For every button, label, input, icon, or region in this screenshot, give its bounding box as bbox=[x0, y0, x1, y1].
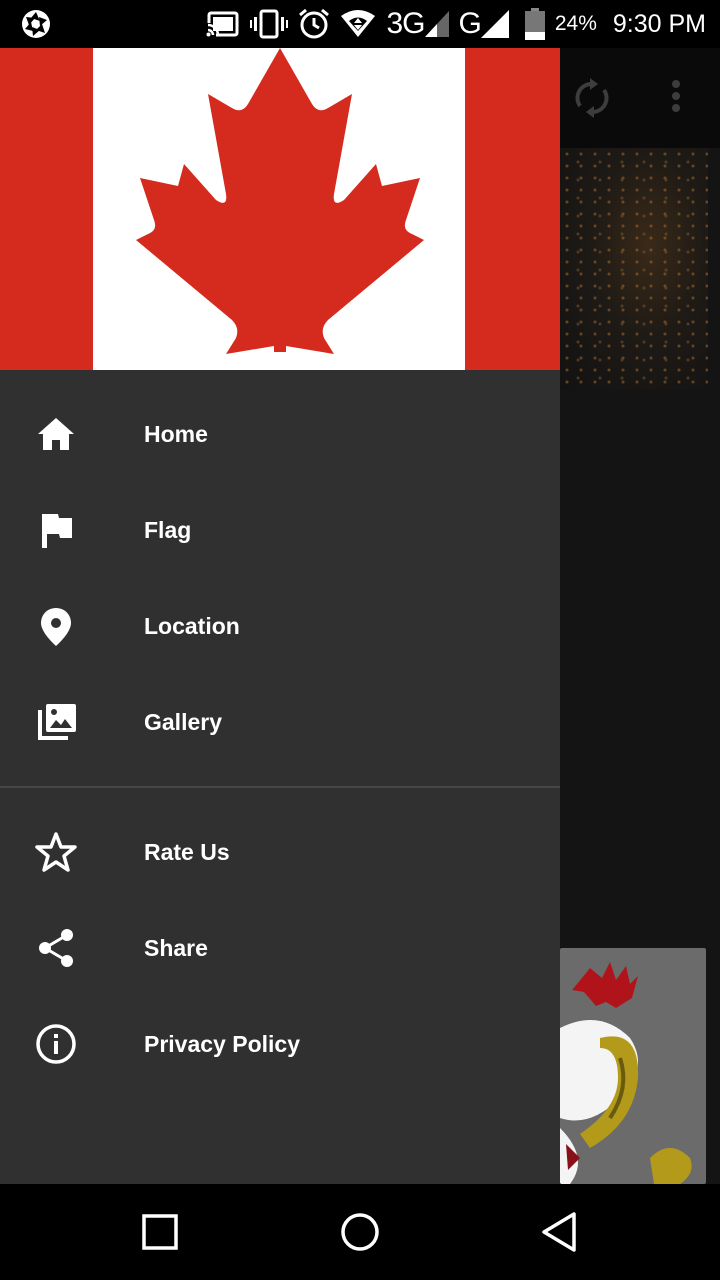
star-icon bbox=[35, 832, 77, 872]
navigation-drawer: Home Flag Location Gallery Rate Us Share… bbox=[0, 48, 560, 1184]
battery-icon bbox=[524, 8, 545, 40]
flag-red-band-left bbox=[0, 48, 93, 370]
background-city-photo bbox=[560, 148, 708, 390]
menu-item-rate-us[interactable]: Rate Us bbox=[0, 804, 560, 900]
menu-item-gallery[interactable]: Gallery bbox=[0, 674, 560, 770]
info-icon bbox=[36, 1024, 76, 1064]
coat-of-arms-image bbox=[560, 962, 692, 1184]
signal-icon bbox=[480, 10, 509, 38]
background-coat-of-arms-card bbox=[560, 948, 706, 1184]
maple-leaf-icon bbox=[136, 48, 424, 354]
flag-red-band-right bbox=[465, 48, 560, 370]
gallery-icon bbox=[38, 704, 76, 740]
menu-item-label: Rate Us bbox=[144, 839, 230, 865]
menu-item-flag[interactable]: Flag bbox=[0, 482, 560, 578]
menu-item-label: Home bbox=[144, 421, 208, 447]
menu-item-label: Privacy Policy bbox=[144, 1031, 300, 1057]
network-type-label: 3G bbox=[386, 7, 425, 40]
menu-item-label: Share bbox=[144, 935, 208, 961]
alarm-icon bbox=[299, 8, 330, 39]
vibrate-icon bbox=[250, 9, 289, 39]
menu-item-home[interactable]: Home bbox=[0, 386, 560, 482]
signal-icon bbox=[424, 11, 449, 37]
cast-icon bbox=[206, 11, 239, 37]
home-icon bbox=[38, 418, 74, 450]
menu-divider bbox=[0, 786, 560, 788]
drawer-header-canada-flag bbox=[0, 48, 560, 370]
status-bar: 3G G 24% 9:30 PM bbox=[0, 0, 720, 48]
wifi-icon bbox=[341, 10, 376, 37]
home-button[interactable] bbox=[336, 1208, 384, 1256]
menu-item-privacy-policy[interactable]: Privacy Policy bbox=[0, 996, 560, 1092]
share-icon bbox=[39, 929, 73, 967]
menu-item-label: Gallery bbox=[144, 709, 222, 735]
clock-time: 9:30 PM bbox=[612, 9, 706, 38]
network2-type-label: G bbox=[458, 7, 482, 40]
menu-item-location[interactable]: Location bbox=[0, 578, 560, 674]
more-vert-icon[interactable] bbox=[664, 78, 688, 118]
menu-item-label: Flag bbox=[144, 517, 192, 543]
location-pin-icon bbox=[41, 608, 71, 646]
system-nav-bar bbox=[0, 1184, 720, 1280]
refresh-icon[interactable] bbox=[574, 76, 610, 120]
menu-item-share[interactable]: Share bbox=[0, 900, 560, 996]
back-button[interactable] bbox=[536, 1208, 584, 1256]
menu-item-label: Location bbox=[144, 613, 240, 639]
recents-button[interactable] bbox=[136, 1208, 184, 1256]
aperture-icon bbox=[22, 10, 50, 38]
battery-percent: 24% bbox=[554, 12, 597, 35]
flag-icon bbox=[42, 514, 72, 548]
